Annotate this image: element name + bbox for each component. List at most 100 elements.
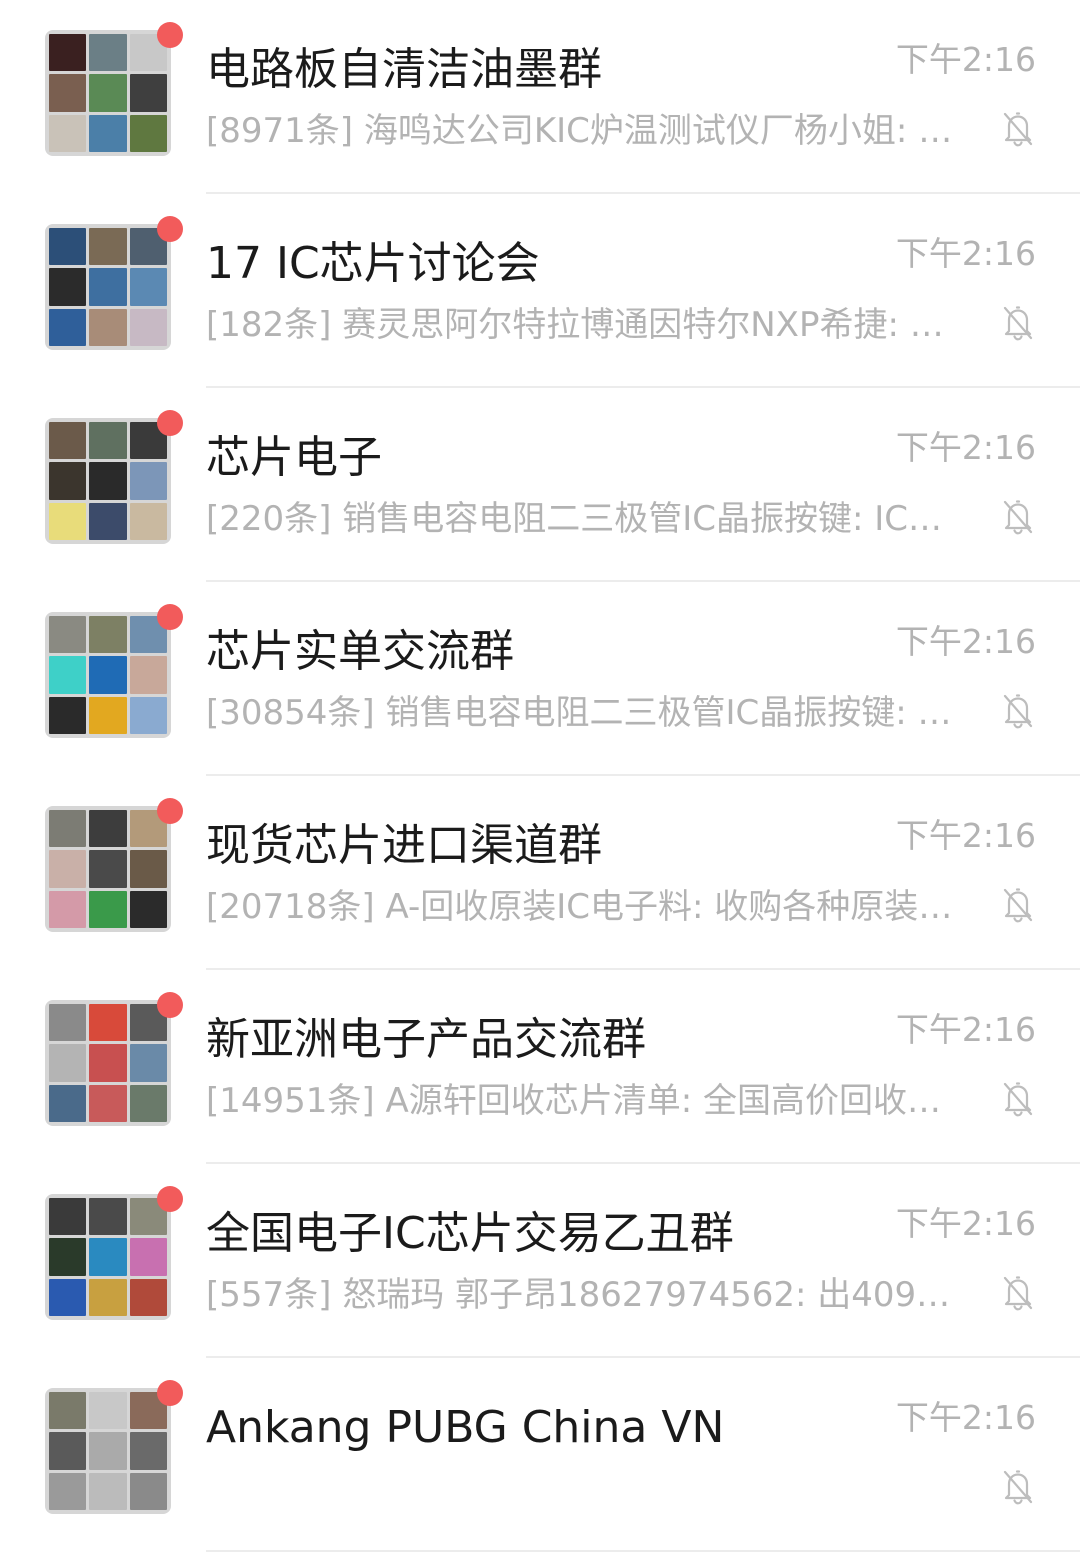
chat-time: 下午2:16 (895, 1204, 1036, 1243)
chat-list-item[interactable]: 全国电子IC芯片交易乙丑群 下午2:16 [557条] 怒瑞玛 郭子昂1862797… (0, 1164, 1080, 1358)
avatar-tile (89, 268, 127, 306)
avatar-tile (49, 462, 87, 500)
avatar-tile (49, 34, 87, 72)
chat-time: 下午2:16 (895, 816, 1036, 855)
unread-dot-badge (157, 1380, 183, 1406)
avatar-tile (129, 696, 167, 734)
avatar-tile (89, 34, 127, 72)
avatar-tile (49, 1044, 87, 1082)
avatar-tile (49, 656, 87, 694)
unread-dot-badge (157, 798, 183, 824)
avatar-tile (89, 1198, 127, 1236)
avatar-tile (129, 850, 167, 888)
avatar-tile (49, 114, 87, 152)
chat-list: 电路板自清洁油墨群 下午2:16 [8971条] 海鸣达公司KIC炉温测试仪厂杨小姐… (0, 0, 1080, 1552)
avatar-tile (129, 1084, 167, 1122)
avatar-tile (89, 422, 127, 460)
avatar-tile (89, 1392, 127, 1430)
bell-off-icon (1003, 1082, 1033, 1117)
avatar-tile (129, 1044, 167, 1082)
bell-off-icon (1003, 694, 1033, 729)
bell-off-icon (1003, 1276, 1033, 1311)
chat-list-item[interactable]: Ankang PUBG China VN 下午2:16 (0, 1358, 1080, 1552)
unread-dot-badge (157, 604, 183, 630)
avatar-tile (129, 308, 167, 346)
avatar-tile (129, 1278, 167, 1316)
bell-off-icon (1003, 112, 1033, 147)
avatar-tile (49, 1198, 87, 1236)
chat-list-item[interactable]: 现货芯片进口渠道群 下午2:16 [20718条] A-回收原装IC电子料: 收购各… (0, 776, 1080, 970)
group-avatar (45, 612, 171, 738)
chat-preview: [8971条] 海鸣达公司KIC炉温测试仪厂杨小姐: [图 (206, 111, 960, 151)
avatar-tile (89, 616, 127, 654)
avatar-tile (129, 268, 167, 306)
chat-list-item[interactable]: 电路板自清洁油墨群 下午2:16 [8971条] 海鸣达公司KIC炉温测试仪厂杨小姐… (0, 0, 1080, 194)
avatar-tile (49, 1472, 87, 1510)
avatar-tile (49, 1084, 87, 1122)
chat-preview: [14951条] A源轩回收芯片清单: 全国高价回收芯... (206, 1081, 960, 1121)
chat-title: Ankang PUBG China VN (206, 1402, 725, 1453)
avatar-tile (89, 1472, 127, 1510)
chat-list-item[interactable]: 芯片实单交流群 下午2:16 [30854条] 销售电容电阻二三极管IC晶振按键: … (0, 582, 1080, 776)
unread-dot-badge (157, 1186, 183, 1212)
avatar-tile (49, 1238, 87, 1276)
avatar-tile (49, 810, 87, 848)
chat-time: 下午2:16 (895, 234, 1036, 273)
unread-dot-badge (157, 22, 183, 48)
avatar-tile (129, 462, 167, 500)
avatar-tile (49, 616, 87, 654)
avatar-tile (89, 890, 127, 928)
avatar-tile (89, 1044, 127, 1082)
bell-off-icon (1003, 1470, 1033, 1505)
chat-list-item[interactable]: 芯片电子 下午2:16 [220条] 销售电容电阻二三极管IC晶振按键: IC便..… (0, 388, 1080, 582)
avatar-tile (49, 268, 87, 306)
avatar-tile (89, 1238, 127, 1276)
group-avatar (45, 1388, 171, 1514)
avatar-tile (89, 308, 127, 346)
group-avatar (45, 806, 171, 932)
chat-title: 芯片电子 (206, 432, 382, 483)
avatar-tile (89, 74, 127, 112)
avatar-tile (49, 1278, 87, 1316)
avatar-tile (129, 74, 167, 112)
avatar-tile (89, 696, 127, 734)
avatar-tile (89, 228, 127, 266)
avatar-tile (89, 1004, 127, 1042)
bell-off-icon (1003, 888, 1033, 923)
avatar-tile (89, 810, 127, 848)
avatar-tile (89, 462, 127, 500)
chat-list-item[interactable]: 17 IC芯片讨论会 下午2:16 [182条] 赛灵思阿尔特拉博通因特尔NXP希捷… (0, 194, 1080, 388)
group-avatar (45, 1194, 171, 1320)
avatar-tile (129, 890, 167, 928)
chat-title: 17 IC芯片讨论会 (206, 238, 540, 289)
chat-preview: [557条] 怒瑞玛 郭子昂18627974562: 出4090-48... (206, 1275, 960, 1315)
avatar-tile (129, 1238, 167, 1276)
avatar-tile (129, 656, 167, 694)
chat-time: 下午2:16 (895, 40, 1036, 79)
avatar-tile (89, 1084, 127, 1122)
avatar-tile (89, 656, 127, 694)
avatar-tile (49, 228, 87, 266)
avatar-tile (49, 1432, 87, 1470)
chat-title: 现货芯片进口渠道群 (206, 820, 602, 871)
chat-preview: [182条] 赛灵思阿尔特拉博通因特尔NXP希捷: M... (206, 305, 960, 345)
chat-list-item[interactable]: 新亚洲电子产品交流群 下午2:16 [14951条] A源轩回收芯片清单: 全国高价… (0, 970, 1080, 1164)
chat-preview: [20718条] A-回收原装IC电子料: 收购各种原装IC... (206, 887, 960, 927)
avatar-tile (49, 422, 87, 460)
avatar-tile (89, 502, 127, 540)
avatar-tile (49, 1004, 87, 1042)
avatar-tile (49, 890, 87, 928)
chat-time: 下午2:16 (895, 1398, 1036, 1437)
avatar-tile (129, 1432, 167, 1470)
avatar-tile (89, 850, 127, 888)
avatar-tile (49, 502, 87, 540)
chat-title: 电路板自清洁油墨群 (206, 44, 602, 95)
avatar-tile (49, 308, 87, 346)
avatar-tile (89, 1432, 127, 1470)
avatar-tile (49, 1392, 87, 1430)
group-avatar (45, 418, 171, 544)
group-avatar (45, 1000, 171, 1126)
group-avatar (45, 224, 171, 350)
chat-title: 芯片实单交流群 (206, 626, 514, 677)
unread-dot-badge (157, 410, 183, 436)
